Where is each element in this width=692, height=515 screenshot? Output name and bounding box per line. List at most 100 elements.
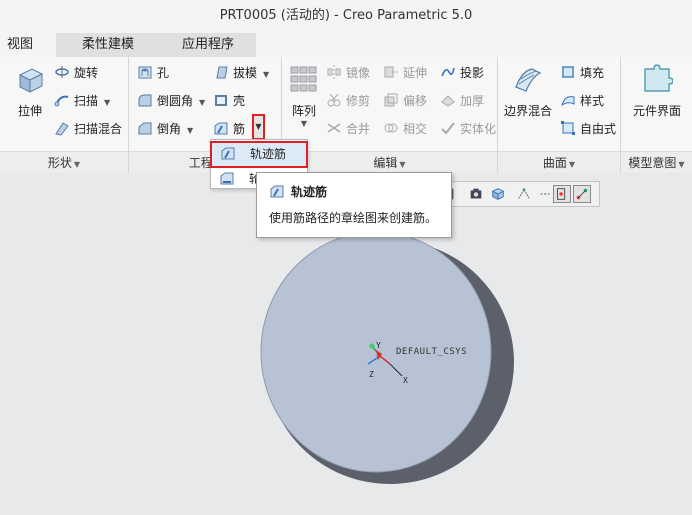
draft-label: 拔模: [233, 66, 258, 80]
csys-label: DEFAULT_CSYS: [396, 347, 468, 357]
component-interface-label: 元件界面: [632, 104, 681, 118]
tooltip: 轨迹筋 使用筋路径的章绘图来创建筋。: [256, 172, 452, 238]
sweep-button[interactable]: 扫描 ▼: [54, 90, 110, 112]
offset-icon: [384, 93, 398, 107]
freestyle-button[interactable]: 自由式: [560, 118, 616, 140]
offset-label: 偏移: [403, 94, 428, 108]
menu-item-trajectory-rib[interactable]: 轨迹筋: [210, 141, 308, 168]
hole-icon: [138, 66, 152, 79]
style-label: 样式: [580, 94, 605, 108]
group-shape-label[interactable]: 形状 ▼: [0, 151, 128, 173]
group-model-intent-title: 模型意图: [628, 156, 677, 170]
chamfer-dropdown-icon[interactable]: ▼: [187, 126, 193, 135]
style-icon: [561, 96, 575, 107]
tab-flexible-modeling[interactable]: 柔性建模: [56, 33, 160, 57]
extend-icon: [384, 66, 398, 78]
boundary-blend-button[interactable]: 边界混合: [500, 63, 556, 119]
solidify-button[interactable]: 实体化: [440, 118, 496, 140]
group-model-intent: 元件界面 模型意图 ▼: [621, 57, 692, 173]
freestyle-icon: [561, 121, 575, 135]
revolve-button[interactable]: 旋转: [54, 62, 98, 84]
chamfer-label: 倒角: [157, 122, 182, 136]
trim-icon: [327, 93, 341, 107]
extend-button[interactable]: 延伸: [383, 62, 427, 84]
chamfer-icon: [138, 122, 152, 135]
merge-icon: [327, 123, 341, 133]
saved-views-icon[interactable]: [467, 185, 485, 203]
tab-view[interactable]: 视图: [0, 33, 40, 57]
round-dropdown-icon[interactable]: ▼: [199, 98, 205, 107]
project-icon: [441, 67, 455, 77]
trajectory-rib-label: 轨迹筋: [250, 147, 287, 161]
fill-button[interactable]: 填充: [560, 62, 604, 84]
sweep-dropdown-icon[interactable]: ▼: [104, 98, 110, 107]
freestyle-label: 自由式: [580, 122, 617, 136]
intersect-label: 相交: [403, 122, 428, 136]
csys-display-icon[interactable]: [573, 185, 591, 203]
pattern-label: 阵列: [291, 104, 316, 118]
group-editing-label[interactable]: 编辑 ▼: [282, 151, 497, 173]
merge-label: 合并: [346, 122, 371, 136]
group-model-intent-label[interactable]: 模型意图 ▼: [621, 151, 692, 173]
group-editing: 阵列 ▼ 镜像 修剪 合并 延伸 偏移 相交 投影 加厚 实体化 编辑 ▼: [282, 57, 498, 173]
group-shape-title: 形状: [47, 156, 72, 170]
ribbon-tab-bar: 视图 柔性建模 应用程序: [0, 31, 692, 57]
rib-label: 筋: [233, 122, 246, 136]
group-expand-icon: ▼: [73, 160, 81, 169]
boundary-blend-label: 边界混合: [503, 104, 552, 118]
extrude-button[interactable]: 拉伸: [10, 63, 50, 119]
round-label: 倒圆角: [157, 94, 194, 108]
group-surfaces-label[interactable]: 曲面 ▼: [498, 151, 620, 173]
datum-display-icon[interactable]: [515, 185, 533, 203]
shell-label: 壳: [233, 94, 246, 108]
thicken-button[interactable]: 加厚: [440, 90, 484, 112]
group-surfaces: 边界混合 填充 样式 自由式 曲面 ▼: [498, 57, 621, 173]
group-shape: 拉伸 旋转 扫描 ▼ 扫描混合 形状 ▼: [0, 57, 129, 173]
pattern-icon: [290, 66, 317, 92]
group-expand-icon: ▼: [568, 160, 576, 169]
thicken-icon: [441, 95, 455, 107]
window-title-bar: PRT0005 (活动的) - Creo Parametric 5.0: [0, 0, 692, 31]
project-button[interactable]: 投影: [440, 62, 484, 84]
hole-button[interactable]: 孔: [137, 62, 169, 84]
intersect-button[interactable]: 相交: [383, 118, 427, 140]
group-surfaces-title: 曲面: [542, 156, 567, 170]
tab-applications[interactable]: 应用程序: [160, 33, 256, 57]
draft-dropdown-icon[interactable]: ▼: [263, 70, 269, 79]
window-title: PRT0005 (活动的) - Creo Parametric 5.0: [219, 8, 473, 23]
mirror-button[interactable]: 镜像: [326, 62, 370, 84]
swept-blend-button[interactable]: 扫描混合: [54, 118, 122, 140]
fill-label: 填充: [580, 66, 605, 80]
axis-x-label: X: [403, 376, 408, 385]
draft-button[interactable]: 拔模 ▼: [213, 62, 269, 84]
offset-button[interactable]: 偏移: [383, 90, 427, 112]
pattern-dropdown-icon[interactable]: ▼: [286, 119, 322, 128]
component-interface-button[interactable]: 元件界面: [627, 63, 687, 119]
revolve-label: 旋转: [74, 66, 99, 80]
rib-dropdown-button[interactable]: ▼: [252, 114, 265, 140]
style-button[interactable]: 样式: [560, 90, 604, 112]
draft-icon: [216, 66, 228, 79]
profile-rib-icon: [220, 172, 234, 185]
boundary-blend-icon: [515, 68, 542, 92]
round-button[interactable]: 倒圆角 ▼: [137, 90, 205, 112]
pattern-button[interactable]: 阵列 ▼: [286, 63, 322, 128]
merge-button[interactable]: 合并: [326, 118, 370, 140]
graphics-toolbar: [440, 181, 600, 207]
extend-label: 延伸: [403, 66, 428, 80]
rib-button[interactable]: 筋: [213, 118, 245, 140]
project-label: 投影: [460, 66, 485, 80]
trajectory-rib-icon: [221, 147, 235, 160]
chamfer-button[interactable]: 倒角 ▼: [137, 118, 193, 140]
tooltip-title: 轨迹筋: [269, 183, 327, 200]
shell-button[interactable]: 壳: [213, 90, 245, 112]
sweep-label: 扫描: [74, 94, 99, 108]
intersect-icon: [384, 123, 398, 133]
group-editing-title: 编辑: [373, 156, 398, 170]
spin-center-icon[interactable]: [553, 185, 571, 203]
tooltip-description: 使用筋路径的章绘图来创建筋。: [269, 211, 438, 225]
trim-button[interactable]: 修剪: [326, 90, 370, 112]
ribbon: 拉伸 旋转 扫描 ▼ 扫描混合 形状 ▼ 孔 倒圆角 ▼ 倒角 ▼ 拔模 ▼ 壳 筋: [0, 57, 692, 173]
component-interface-icon: [644, 64, 674, 92]
display-style-icon[interactable]: [489, 185, 507, 203]
